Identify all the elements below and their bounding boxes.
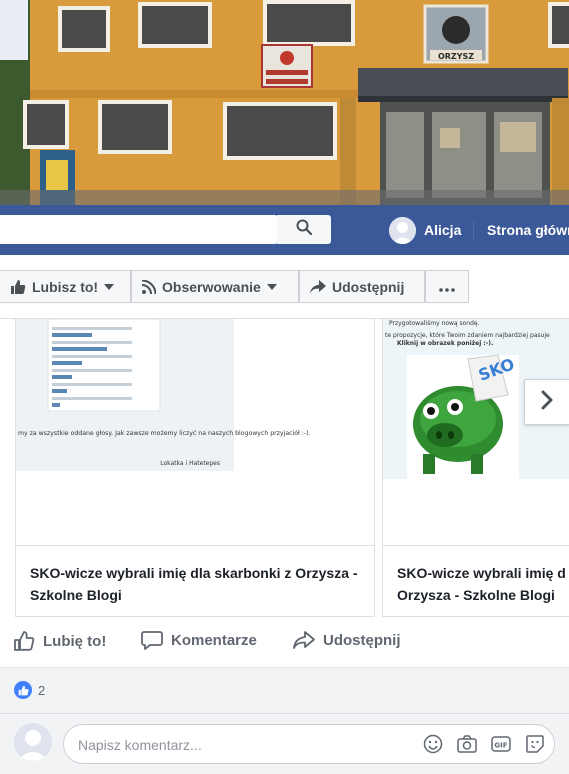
card-image-text: Kliknij w obrazek poniżej :-).: [397, 340, 493, 347]
like-reaction-icon[interactable]: [14, 681, 32, 699]
top-navigation-bar: Alicja Strona główna: [0, 205, 569, 255]
follow-button[interactable]: Obserwowanie: [131, 270, 299, 303]
post-card: my za wszystkie oddane głosy. Jak zawsze…: [0, 319, 569, 774]
page-action-bar: Lubisz to! Obserwowanie Udostępnij: [0, 255, 569, 319]
share-arrow-outline-icon: [293, 630, 315, 650]
search-input[interactable]: [0, 215, 277, 244]
post-share-button[interactable]: Udostępnij: [293, 630, 401, 650]
comment-composer: Napisz komentarz... GIF: [0, 713, 569, 774]
post-comment-button[interactable]: Komentarze: [141, 630, 257, 650]
page-share-button[interactable]: Udostępnij: [299, 270, 425, 303]
chevron-right-icon: [541, 390, 553, 415]
card-image-text: te propozycje, które Twoim zdaniem najba…: [385, 332, 550, 339]
post-share-label: Udostępnij: [323, 631, 401, 649]
card-image-caption: my za wszystkie oddane głosy. Jak zawsze…: [18, 429, 310, 437]
carousel-card[interactable]: Przygotowaliśmy nową sondę. te propozycj…: [382, 319, 569, 617]
comment-bubble-icon: [141, 630, 163, 650]
emoji-icon[interactable]: [422, 733, 444, 755]
card-image-signature: Lokatka i Hatetepes: [160, 460, 220, 467]
piggy-bank-illustration: SKO: [407, 354, 519, 479]
gif-icon[interactable]: GIF: [490, 733, 512, 755]
home-link[interactable]: Strona główna: [487, 222, 569, 238]
chevron-down-icon: [266, 283, 277, 290]
thumbs-up-outline-icon: [13, 630, 35, 652]
like-count[interactable]: 2: [38, 683, 45, 698]
camera-icon[interactable]: [456, 733, 478, 755]
rss-icon: [142, 279, 156, 294]
thumbs-up-icon: [10, 279, 26, 295]
card-image: my za wszystkie oddane głosy. Jak zawsze…: [16, 319, 374, 545]
page-like-label: Lubisz to!: [32, 278, 99, 295]
card-image: Przygotowaliśmy nową sondę. te propozycj…: [383, 319, 569, 545]
search-icon: [296, 219, 313, 240]
chevron-down-icon: [104, 283, 115, 290]
comment-placeholder: Napisz komentarz...: [78, 737, 202, 753]
post-like-label: Lubię to!: [43, 632, 107, 650]
comment-input[interactable]: Napisz komentarz... GIF: [63, 724, 555, 764]
likes-summary: 2: [0, 667, 569, 713]
cover-sign-text: ORZYSZ: [438, 52, 474, 61]
post-comment-label: Komentarze: [171, 631, 257, 649]
card-title[interactable]: SKO-wicze wybrali imię d Orzysza - Szkol…: [397, 562, 569, 606]
user-name-link[interactable]: Alicja: [424, 222, 461, 238]
card-image-text: Przygotowaliśmy nową sondę.: [389, 320, 480, 327]
card-title[interactable]: SKO-wicze wybrali imię dla skarbonki z O…: [30, 562, 360, 606]
page-share-label: Udostępnij: [332, 278, 405, 295]
cover-photo: ORZYSZ: [0, 0, 569, 205]
more-options-button[interactable]: [425, 270, 469, 303]
follow-label: Obserwowanie: [162, 278, 261, 295]
carousel-card[interactable]: my za wszystkie oddane głosy. Jak zawsze…: [15, 319, 375, 617]
page-like-button[interactable]: Lubisz to!: [0, 270, 131, 303]
avatar: [14, 723, 52, 761]
cover-building-illustration: ORZYSZ: [0, 0, 569, 205]
search-button[interactable]: [277, 215, 331, 244]
carousel-next-button[interactable]: [524, 379, 569, 425]
share-arrow-icon: [310, 279, 326, 294]
divider: [473, 220, 474, 240]
user-avatar[interactable]: [389, 217, 416, 244]
svg-text:GIF: GIF: [494, 742, 507, 750]
ellipsis-icon: [439, 279, 455, 295]
post-reaction-bar: Lubię to! Komentarze Udostępnij: [0, 626, 569, 656]
sticker-icon[interactable]: [524, 733, 546, 755]
post-like-button[interactable]: Lubię to!: [13, 630, 106, 652]
